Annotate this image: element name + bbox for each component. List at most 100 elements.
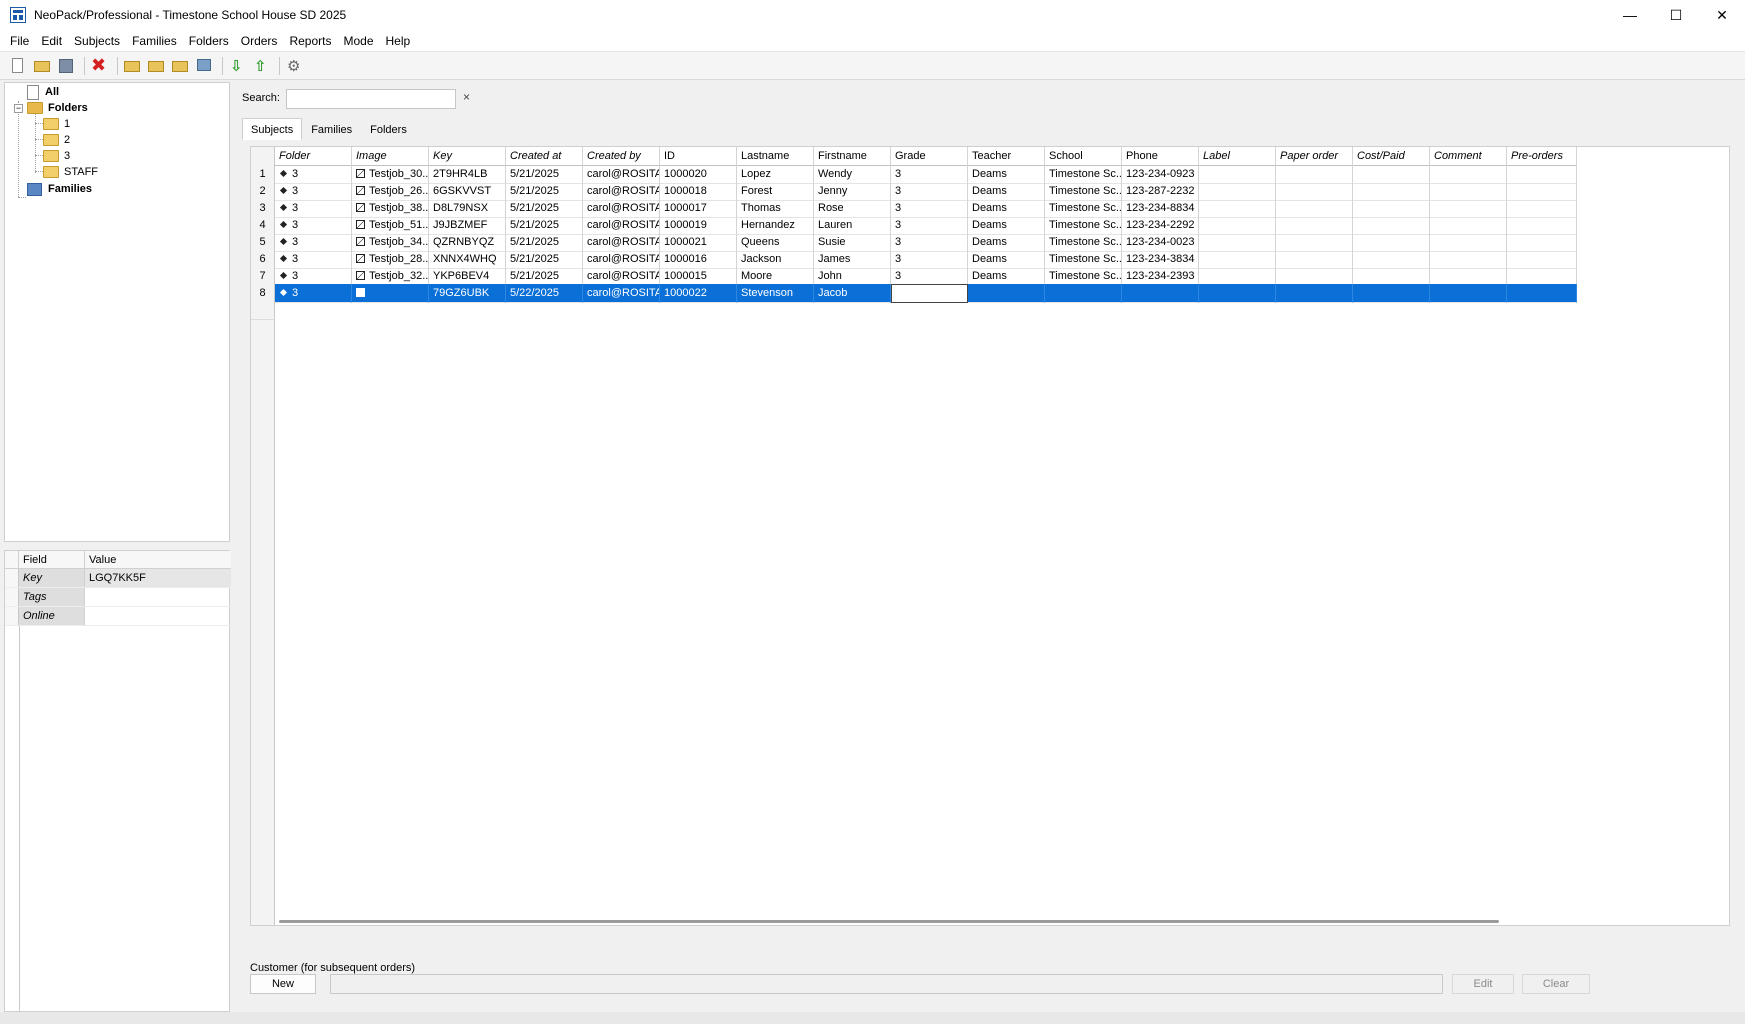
close-icon[interactable]: ✕	[1699, 0, 1745, 30]
properties-header-field: Field	[19, 551, 85, 569]
network-folder-icon[interactable]	[194, 56, 214, 76]
cell-text: 3	[292, 270, 299, 282]
grid-corner[interactable]	[251, 147, 275, 166]
new-customer-button[interactable]: New	[250, 974, 316, 994]
image-icon	[356, 219, 365, 229]
properties-gutter	[5, 551, 19, 569]
menu-subjects[interactable]: Subjects	[68, 34, 126, 48]
image-icon	[356, 168, 365, 178]
property-value[interactable]	[85, 607, 231, 625]
add-folder-icon[interactable]	[122, 56, 142, 76]
folder-tree: All − Folders 1 2 3 STAFF Families	[4, 82, 230, 542]
property-value[interactable]	[85, 588, 231, 606]
column-header-school[interactable]: School	[1045, 147, 1122, 166]
column-header-label[interactable]: Label	[1199, 147, 1276, 166]
diamond-icon	[279, 203, 288, 211]
main-panel: Search: × Subjects Families Folders Fold…	[236, 82, 1741, 1010]
menu-reports[interactable]: Reports	[283, 34, 337, 48]
edit-folder-icon[interactable]	[146, 56, 166, 76]
column-header-created-by[interactable]: Created by	[583, 147, 660, 166]
column-header-key[interactable]: Key	[429, 147, 506, 166]
status-bar	[0, 1012, 1745, 1024]
folder-icon	[43, 134, 59, 146]
horizontal-scrollbar[interactable]	[279, 920, 1499, 923]
image-icon	[356, 270, 365, 280]
page-icon	[27, 84, 39, 100]
minimize-icon[interactable]: —	[1607, 0, 1653, 30]
tree-label-folder-1: 1	[64, 118, 71, 130]
tree-item-families[interactable]: Families	[27, 180, 92, 198]
column-header-comment[interactable]: Comment	[1430, 147, 1507, 166]
clear-customer-button[interactable]: Clear	[1522, 974, 1590, 994]
new-document-icon[interactable]	[8, 56, 28, 76]
menu-help[interactable]: Help	[380, 34, 417, 48]
folder-icon	[43, 118, 59, 130]
cell-text: 3	[292, 185, 299, 197]
cell-text: 3	[292, 287, 299, 299]
column-header-cost-paid[interactable]: Cost/Paid	[1353, 147, 1430, 166]
cell-text: Testjob_30...	[369, 168, 429, 180]
diamond-icon	[279, 220, 288, 228]
diamond-icon	[279, 169, 288, 177]
edit-customer-button[interactable]: Edit	[1452, 974, 1514, 994]
settings-icon[interactable]: ⚙	[284, 56, 304, 76]
column-header-id[interactable]: ID	[660, 147, 737, 166]
column-header-pre-orders[interactable]: Pre-orders	[1507, 147, 1577, 166]
cell-text: 3	[292, 236, 299, 248]
delete-icon[interactable]: ✖	[89, 55, 109, 76]
cell-text: Testjob_38...	[369, 202, 429, 214]
save-icon[interactable]	[56, 56, 76, 76]
subjects-grid: Folder Image Key Created at Created by ID Last…	[250, 146, 1730, 926]
export-icon[interactable]: ⇧	[251, 56, 271, 76]
column-header-folder[interactable]: Folder	[275, 147, 352, 166]
folder-icon	[43, 150, 59, 162]
property-row-key[interactable]: Key LGQ7KK5F	[5, 569, 231, 588]
tab-subjects[interactable]: Subjects	[242, 118, 303, 140]
property-field: Key	[19, 569, 85, 587]
column-header-image[interactable]: Image	[352, 147, 429, 166]
table-row-empty[interactable]	[251, 301, 1729, 320]
menu-orders[interactable]: Orders	[235, 34, 284, 48]
column-header-paper-order[interactable]: Paper order	[1276, 147, 1353, 166]
property-row-tags[interactable]: Tags	[5, 588, 231, 607]
tree-label-families: Families	[48, 183, 93, 195]
tab-families[interactable]: Families	[302, 118, 361, 140]
open-folder-icon[interactable]	[32, 56, 52, 76]
collapse-icon[interactable]: −	[14, 104, 23, 113]
image-icon	[356, 253, 365, 263]
column-header-grade[interactable]: Grade	[891, 147, 968, 166]
customer-label: Customer (for subsequent orders)	[250, 962, 416, 974]
image-icon	[356, 287, 365, 297]
cell-text: 3	[292, 202, 299, 214]
property-row-online[interactable]: Online	[5, 607, 231, 626]
column-header-created-at[interactable]: Created at	[506, 147, 583, 166]
tab-bar: Subjects Families Folders	[242, 118, 416, 140]
menu-mode[interactable]: Mode	[337, 34, 379, 48]
toolbar-separator	[84, 56, 85, 75]
menu-file[interactable]: File	[4, 34, 35, 48]
tab-folders[interactable]: Folders	[361, 118, 416, 140]
toolbar-separator	[117, 56, 118, 75]
tree-item-folder-staff[interactable]: STAFF	[43, 163, 98, 181]
diamond-icon	[279, 271, 288, 279]
home-folder-icon[interactable]	[170, 56, 190, 76]
property-value[interactable]: LGQ7KK5F	[85, 569, 231, 587]
column-header-phone[interactable]: Phone	[1122, 147, 1199, 166]
folder-open-icon	[27, 102, 43, 114]
cell-text: Testjob_28...	[369, 253, 429, 265]
maximize-icon[interactable]: ☐	[1653, 0, 1699, 30]
row-number[interactable]	[251, 301, 275, 320]
import-icon[interactable]: ⇩	[227, 56, 247, 76]
column-header-lastname[interactable]: Lastname	[737, 147, 814, 166]
clear-search-icon[interactable]: ×	[463, 90, 470, 104]
menu-families[interactable]: Families	[126, 34, 183, 48]
menu-folders[interactable]: Folders	[183, 34, 235, 48]
image-icon	[356, 185, 365, 195]
cell-text: Testjob_34...	[369, 236, 429, 248]
toolbar-separator	[279, 56, 280, 75]
column-header-firstname[interactable]: Firstname	[814, 147, 891, 166]
menu-edit[interactable]: Edit	[35, 34, 68, 48]
search-input[interactable]	[286, 89, 456, 109]
column-header-teacher[interactable]: Teacher	[968, 147, 1045, 166]
title-bar: NeoPack/Professional - Timestone School …	[0, 0, 1745, 30]
